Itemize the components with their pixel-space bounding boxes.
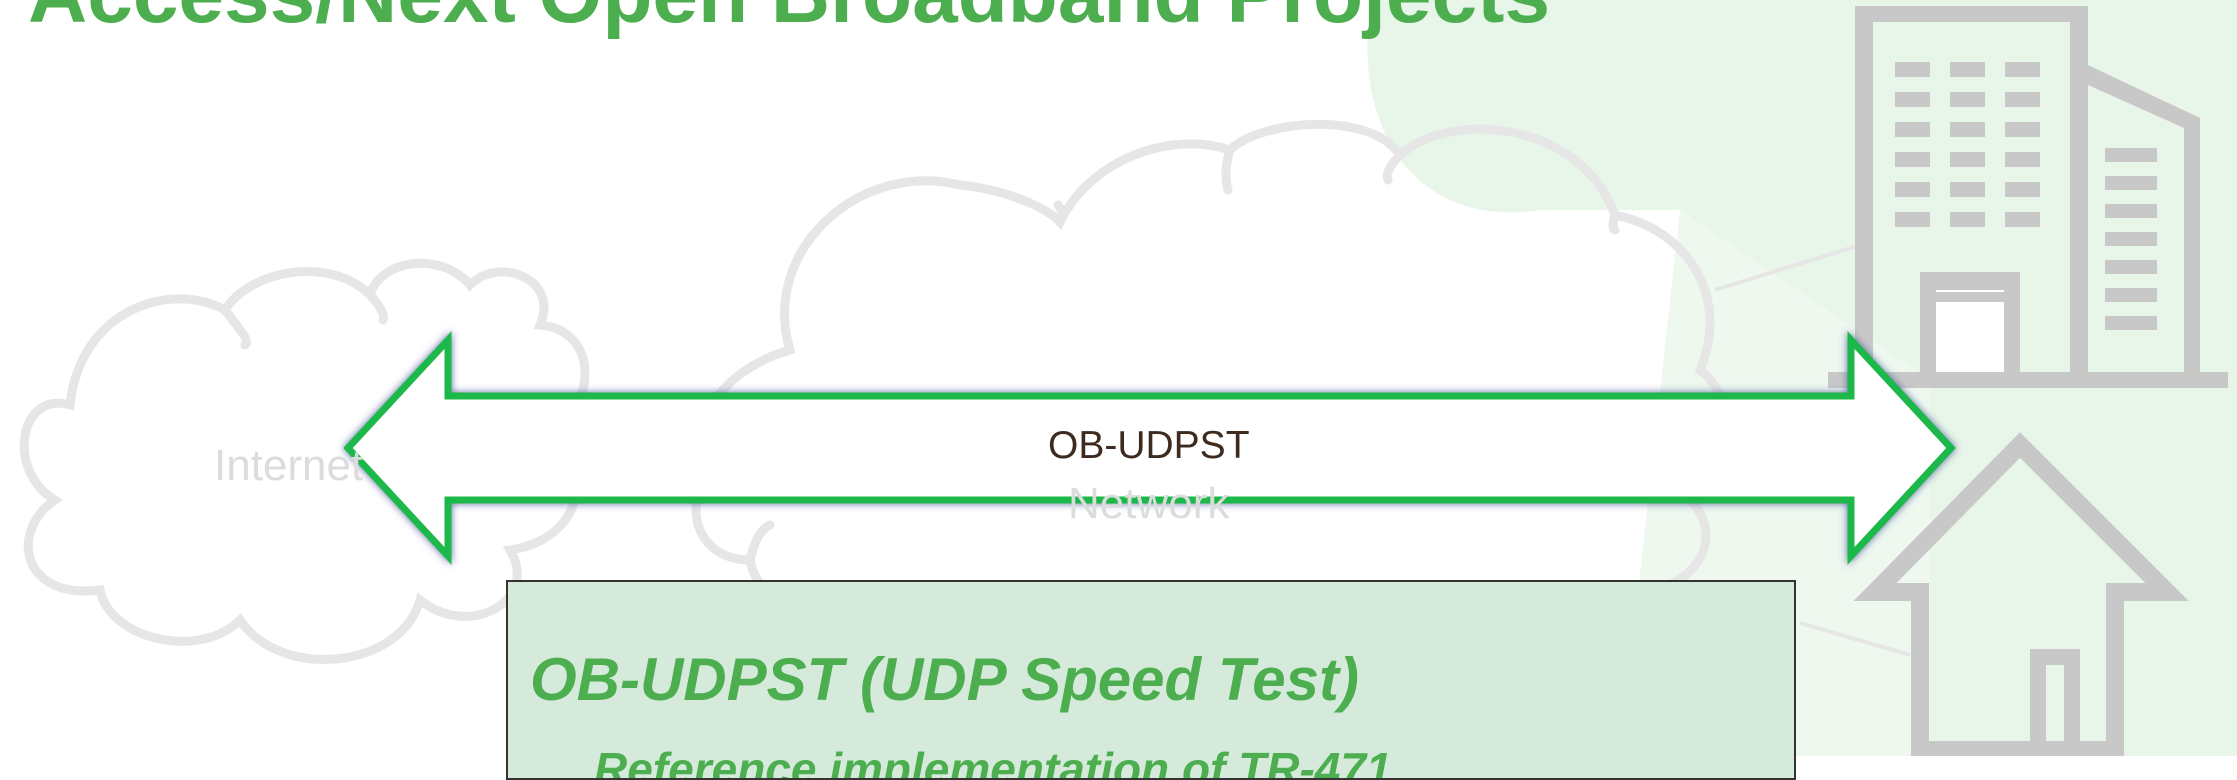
info-box-title: OB-UDPST (UDP Speed Test): [530, 646, 1359, 713]
slide-title: Access/Next Open Broadband Projects: [28, 0, 1550, 36]
info-box-bullet: Reference implementation of TR-471: [594, 743, 1392, 780]
internet-cloud-label: Internet: [214, 441, 364, 490]
arrow-label: OB-UDPST: [1048, 424, 1250, 467]
network-cloud-label: Network: [1068, 479, 1230, 528]
info-box: OB-UDPST (UDP Speed Test) Reference impl…: [506, 580, 1796, 780]
